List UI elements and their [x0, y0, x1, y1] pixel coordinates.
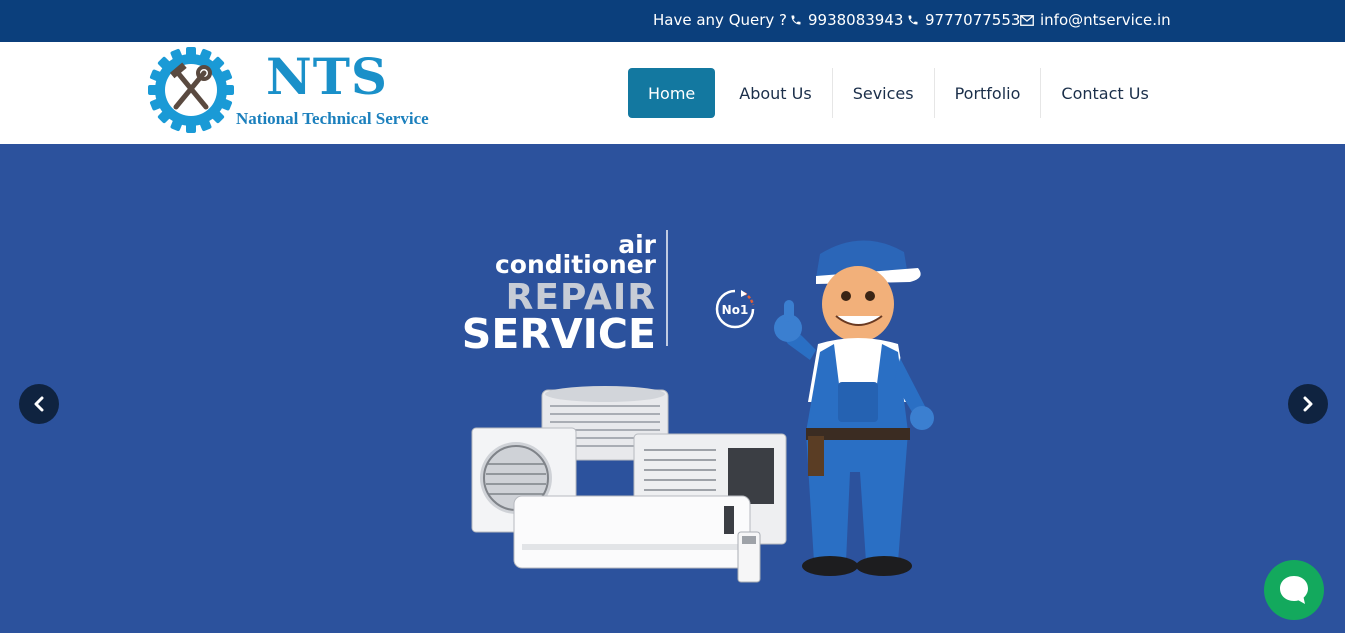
banner-line-service: SERVICE [461, 310, 656, 358]
logo-subtitle: National Technical Service [236, 109, 429, 128]
phone-contact-2[interactable]: 9777077553 [907, 11, 1020, 29]
email-contact[interactable]: info@ntservice.in [1020, 11, 1171, 29]
hero-slider: air conditioner REPAIR SERVICE No1 [0, 144, 1345, 633]
nav-portfolio[interactable]: Portfolio [935, 68, 1042, 118]
site-logo[interactable]: NTS National Technical Service [146, 45, 436, 137]
slide-banner: air conditioner REPAIR SERVICE No1 [448, 224, 952, 592]
chevron-right-icon [1303, 396, 1313, 412]
chat-bubble-icon [1280, 576, 1308, 604]
chevron-left-icon [34, 396, 44, 412]
chat-widget-button[interactable] [1264, 560, 1324, 620]
phone-number-1: 9938083943 [808, 11, 904, 29]
phone-contact-1[interactable]: 9938083943 [790, 11, 903, 29]
ac-units-illustration [471, 386, 787, 583]
nav-home[interactable]: Home [628, 68, 716, 118]
main-navigation: Home About Us Sevices Portfolio Contact … [628, 68, 1169, 118]
logo-title: NTS [266, 47, 389, 106]
phone-number-2: 9777077553 [925, 11, 1021, 29]
nav-services[interactable]: Sevices [833, 68, 935, 118]
nav-about-us[interactable]: About Us [719, 68, 833, 118]
gear-tools-logo-icon [148, 47, 234, 133]
phone-icon [908, 15, 918, 25]
banner-line-conditioner: conditioner [494, 250, 656, 279]
slider-next-button[interactable] [1288, 384, 1328, 424]
banner-divider [666, 230, 668, 346]
no1-badge-icon: No1 [715, 289, 755, 329]
slider-prev-button[interactable] [19, 384, 59, 424]
email-address: info@ntservice.in [1040, 11, 1171, 29]
envelope-icon [1020, 14, 1034, 26]
site-header: NTS National Technical Service Home Abou… [0, 42, 1345, 144]
top-contact-bar: Have any Query ? 9938083943 9777077553 i… [0, 0, 1345, 42]
technician-mascot-illustration [774, 240, 934, 576]
query-label: Have any Query ? [653, 11, 788, 29]
nav-contact-us[interactable]: Contact Us [1041, 68, 1168, 118]
phone-icon [791, 15, 801, 25]
no1-badge-text: No1 [722, 303, 749, 317]
